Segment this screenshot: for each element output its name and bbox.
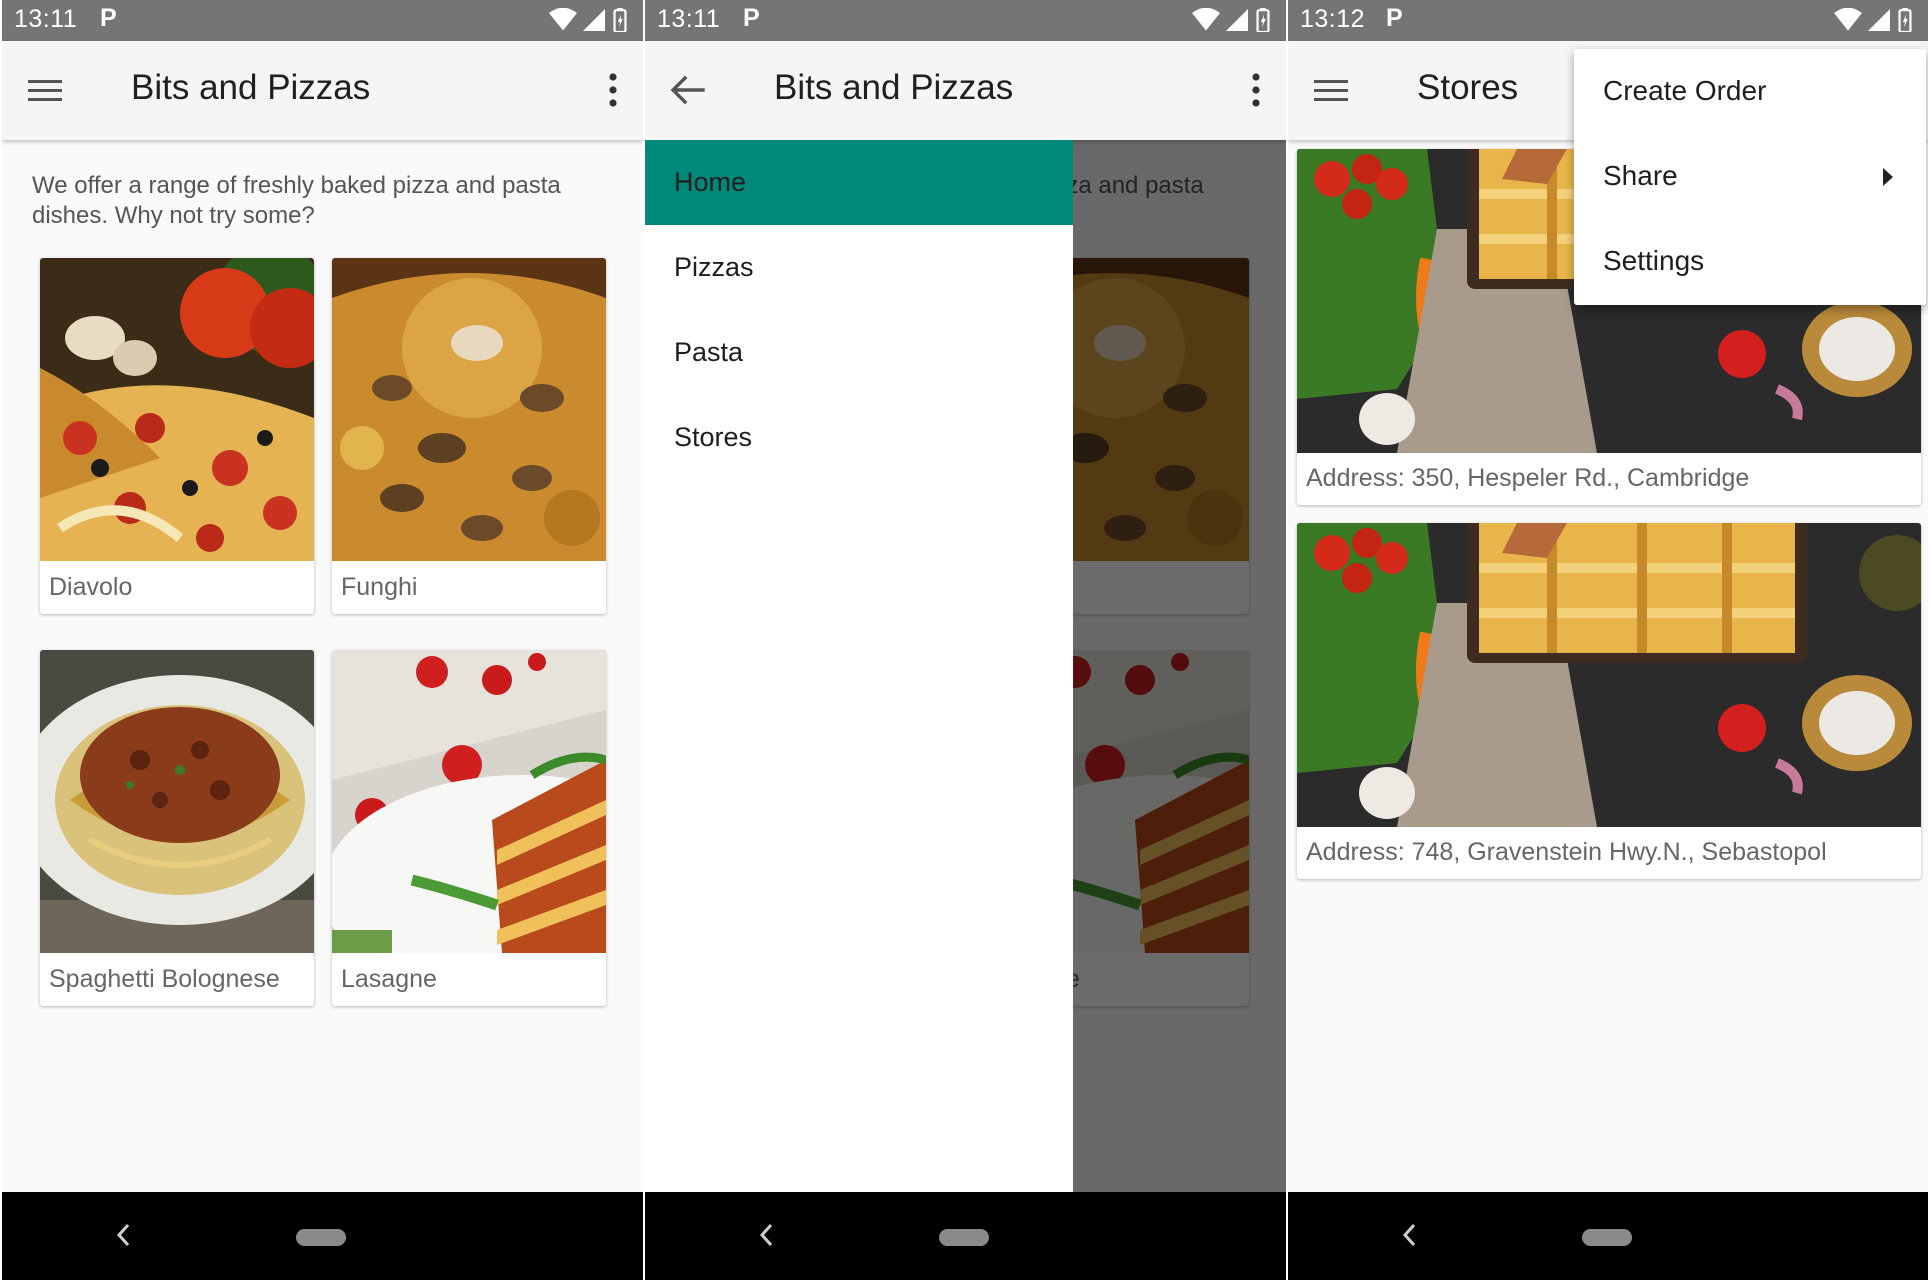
wifi-icon <box>1192 8 1220 31</box>
system-nav-bar <box>1288 1192 1928 1280</box>
drawer-item-label: Pasta <box>674 337 744 367</box>
nav-back-icon[interactable] <box>1398 1218 1420 1252</box>
dish-card-funghi[interactable]: Funghi <box>332 258 606 614</box>
screen-home: 13:11 P Bits and Pizzas We offer a range… <box>2 0 643 1280</box>
battery-icon <box>613 8 627 32</box>
system-nav-bar <box>645 1192 1286 1280</box>
menu-item-label: Settings <box>1603 245 1705 276</box>
app-title: Bits and Pizzas <box>774 68 1014 107</box>
dish-name: Funghi <box>341 573 418 601</box>
menu-item-label: Share <box>1603 160 1678 191</box>
dish-card-lasagne[interactable]: Lasagne <box>332 650 606 1006</box>
more-options-icon[interactable] <box>1248 69 1264 111</box>
overflow-menu: Create Order Share Settings <box>1574 49 1926 305</box>
drawer-item-home[interactable]: Home <box>645 140 1073 225</box>
system-nav-bar <box>2 1192 643 1280</box>
menu-item-share[interactable]: Share <box>1574 134 1926 219</box>
nav-home-pill[interactable] <box>296 1229 346 1246</box>
drawer-item-label: Pizzas <box>674 252 754 282</box>
menu-icon[interactable] <box>20 67 70 113</box>
system-icons <box>549 8 627 32</box>
signal-icon <box>583 9 605 31</box>
store-card[interactable]: Address: 748, Gravenstein Hwy.N., Sebast… <box>1297 523 1921 879</box>
drawer-item-label: Stores <box>674 422 753 452</box>
screen-stores: 13:12 P Stores Address: 350, Hespeler Rd… <box>1288 0 1928 1280</box>
app-bar: Bits and Pizzas <box>2 41 643 140</box>
system-icons <box>1192 8 1270 32</box>
funghi-image <box>332 258 606 561</box>
wifi-icon <box>549 8 577 31</box>
battery-icon <box>1256 8 1270 32</box>
nav-home-pill[interactable] <box>1582 1229 1632 1246</box>
dish-card-diavolo[interactable]: Diavolo <box>40 258 314 614</box>
intro-text: We offer a range of freshly baked pizza … <box>32 172 561 229</box>
status-bar: 13:11 P <box>645 0 1286 41</box>
battery-icon <box>1898 8 1912 32</box>
drawer-item-label: Home <box>674 167 747 197</box>
home-content: We offer a range of freshly baked pizza … <box>2 140 643 1192</box>
nav-home-pill[interactable] <box>939 1229 989 1246</box>
dish-card-spaghetti-bolognese[interactable]: Spaghetti Bolognese <box>40 650 314 1006</box>
drawer-item-pizzas[interactable]: Pizzas <box>645 225 1073 310</box>
signal-icon <box>1226 9 1248 31</box>
wifi-icon <box>1834 8 1862 31</box>
store-address: Address: 350, Hespeler Rd., Cambridge <box>1306 464 1750 492</box>
status-time: 13:12 <box>1300 5 1366 33</box>
menu-icon[interactable] <box>1306 67 1356 113</box>
dish-name: Lasagne <box>341 965 437 993</box>
store-address: Address: 748, Gravenstein Hwy.N., Sebast… <box>1306 838 1827 866</box>
parking-app-icon: P <box>100 4 117 32</box>
menu-item-create-order[interactable]: Create Order <box>1574 49 1926 134</box>
drawer-item-pasta[interactable]: Pasta <box>645 310 1073 395</box>
nav-back-icon[interactable] <box>112 1218 134 1252</box>
parking-app-icon: P <box>743 4 760 32</box>
app-title: Bits and Pizzas <box>131 68 371 107</box>
store-image <box>1297 523 1921 827</box>
nav-back-icon[interactable] <box>755 1218 777 1252</box>
navigation-drawer: Home Pizzas Pasta Stores <box>645 140 1073 1192</box>
status-time: 13:11 <box>14 5 78 33</box>
status-bar: 13:12 P <box>1288 0 1928 41</box>
signal-icon <box>1868 9 1890 31</box>
menu-item-label: Create Order <box>1603 75 1767 106</box>
status-time: 13:11 <box>657 5 721 33</box>
system-icons <box>1834 8 1912 32</box>
arrow-back-icon[interactable] <box>663 67 713 113</box>
app-bar: Bits and Pizzas <box>645 41 1286 140</box>
drawer-item-stores[interactable]: Stores <box>645 395 1073 480</box>
lasagne-image <box>332 650 606 953</box>
status-bar: 13:11 P <box>2 0 643 41</box>
submenu-arrow-icon <box>1883 168 1893 186</box>
menu-item-settings[interactable]: Settings <box>1574 219 1926 304</box>
more-options-icon[interactable] <box>605 69 621 111</box>
diavolo-image <box>40 258 314 561</box>
spaghetti-image <box>40 650 314 953</box>
parking-app-icon: P <box>1386 4 1403 32</box>
screen-drawer-open: 13:11 P Bits and Pizzas We offer a range… <box>645 0 1286 1280</box>
dish-name: Diavolo <box>49 573 133 601</box>
dish-name: Spaghetti Bolognese <box>49 965 280 993</box>
screen-title: Stores <box>1417 68 1519 107</box>
